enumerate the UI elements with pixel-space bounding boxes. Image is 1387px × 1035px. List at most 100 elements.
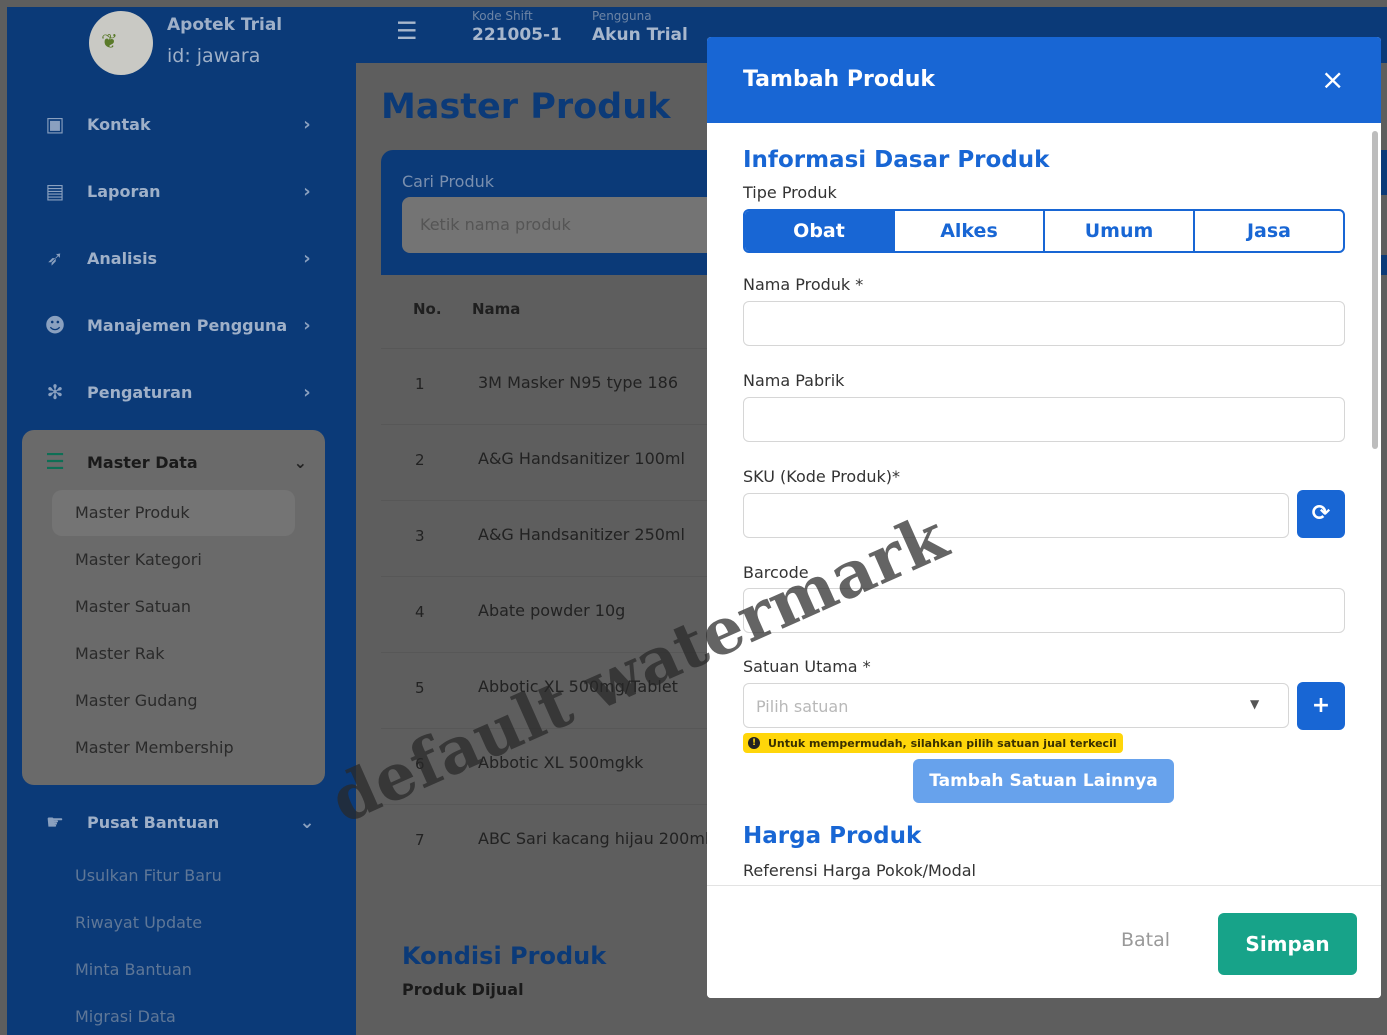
sidebar-item-manajemen-pengguna[interactable]: ☻ Manajemen Pengguna › [37,310,317,340]
sidebar-item-master-data[interactable]: ☰ Master Data ⌄ [37,450,307,475]
search-label: Cari Produk [402,172,495,191]
column-header-nama: Nama [472,300,521,318]
plus-icon: + [1311,693,1331,718]
table-row[interactable]: 2 A&G Handsanitizer 100ml [381,424,711,500]
sidebar-sub-minta-bantuan[interactable]: Minta Bantuan [75,960,192,979]
select-placeholder: Pilih satuan [756,697,849,716]
chevron-right-icon: › [303,113,311,135]
table-row[interactable]: 7 ABC Sari kacang hijau 200ml [381,804,711,880]
tipe-produk-selector: Obat Alkes Umum Jasa [743,209,1345,253]
search-input[interactable]: Ketik nama produk [402,197,722,253]
page-title: Master Produk [381,87,671,127]
add-other-unit-button[interactable]: Tambah Satuan Lainnya [913,759,1174,803]
modal-scrollbar[interactable] [1372,131,1378,449]
tipe-option-umum[interactable]: Umum [1045,211,1195,251]
satuan-hint-badge: ! Untuk mempermudah, silahkan pilih satu… [743,733,1123,753]
sidebar-item-label: Manajemen Pengguna [87,315,288,335]
hint-text: Untuk mempermudah, silahkan pilih satuan… [768,736,1117,750]
add-satuan-button[interactable]: + [1297,682,1345,730]
row-name: A&G Handsanitizer 250ml [478,525,685,544]
modal-footer: Batal Simpan [707,885,1381,998]
sidebar-sub-master-membership[interactable]: Master Membership [52,725,295,771]
sku-input[interactable] [743,493,1289,538]
gear-icon: ✻ [46,380,64,404]
table-row[interactable]: 3 A&G Handsanitizer 250ml [381,500,711,576]
sidebar-item-label: Analisis [87,248,158,268]
sidebar: ❦ Apotek Trial id: jawara ▣ Kontak › ▤ L… [7,7,356,1035]
brand-title: Apotek Trial [167,15,283,35]
tipe-option-obat[interactable]: Obat [745,211,895,251]
caret-down-icon: ▼ [1250,697,1260,711]
modal-body[interactable]: Informasi Dasar Produk Tipe Produk Obat … [707,123,1381,885]
sidebar-item-label: Pengaturan [87,382,193,402]
sidebar-item-pengaturan[interactable]: ✻ Pengaturan › [37,377,317,407]
sidebar-item-kontak[interactable]: ▣ Kontak › [37,109,317,139]
nama-pabrik-input[interactable] [743,397,1345,442]
refresh-sku-button[interactable]: ⟳ [1297,490,1345,538]
chevron-right-icon: › [303,180,311,202]
product-table: No. Nama 1 3M Masker N95 type 186 2 A&G Ha… [381,278,711,918]
nama-pabrik-label: Nama Pabrik [743,371,845,390]
nama-produk-label: Nama Produk * [743,275,864,294]
brand-logo: ❦ [89,11,153,75]
sidebar-item-label: Laporan [87,181,161,201]
background-card-edge [1380,150,1387,195]
row-number: 5 [415,679,425,697]
sidebar-sub-master-kategori[interactable]: Master Kategori [52,537,295,583]
add-product-modal: Tambah Produk × Informasi Dasar Produk T… [707,37,1381,998]
row-name: 3M Masker N95 type 186 [478,373,678,392]
row-number: 3 [415,527,425,545]
rocket-icon: ➶ [46,246,64,270]
report-table-icon: ▤ [45,179,65,203]
row-number: 4 [415,603,425,621]
tipe-option-alkes[interactable]: Alkes [895,211,1045,251]
handshake-icon: ☛ [46,810,64,834]
table-row[interactable]: 1 3M Masker N95 type 186 [381,348,711,424]
kondisi-title: Kondisi Produk [402,942,607,970]
cancel-button[interactable]: Batal [1121,929,1170,951]
tipe-option-jasa[interactable]: Jasa [1195,211,1343,251]
master-data-panel: ☰ Master Data ⌄ Master Produk Master Kat… [22,430,325,785]
section-title-price: Harga Produk [743,823,922,849]
sidebar-item-laporan[interactable]: ▤ Laporan › [37,176,317,206]
modal-title: Tambah Produk [743,67,935,92]
sidebar-sub-migrasi-data[interactable]: Migrasi Data [75,1007,176,1026]
sidebar-sub-riwayat-update[interactable]: Riwayat Update [75,913,202,932]
refresh-icon: ⟳ [1311,501,1331,526]
sidebar-sub-master-rak[interactable]: Master Rak [52,631,295,677]
background-card-edge [1380,255,1387,275]
close-icon[interactable]: × [1321,65,1344,95]
sidebar-item-analisis[interactable]: ➶ Analisis › [37,243,317,273]
price-reference-label: Referensi Harga Pokok/Modal [743,861,976,880]
leaf-logo-icon: ❦ [101,29,118,53]
chevron-down-icon: ⌄ [293,453,307,472]
sidebar-sub-master-satuan[interactable]: Master Satuan [52,584,295,630]
sidebar-item-pusat-bantuan[interactable]: ☛ Pusat Bantuan ⌄ [37,807,317,837]
section-title-basic: Informasi Dasar Produk [743,147,1050,173]
row-number: 2 [415,451,425,469]
contact-card-icon: ▣ [45,112,65,136]
sidebar-sub-master-produk[interactable]: Master Produk [52,490,295,536]
user-label: Pengguna [592,9,652,23]
save-button[interactable]: Simpan [1218,913,1357,975]
chevron-right-icon: › [303,314,311,336]
user-value: Akun Trial [592,25,688,45]
sidebar-sub-master-gudang[interactable]: Master Gudang [52,678,295,724]
row-name: A&G Handsanitizer 100ml [478,449,685,468]
user-gear-icon: ☻ [44,313,66,337]
sidebar-item-label: Master Data [87,453,198,472]
chevron-down-icon: ⌄ [299,811,315,833]
sidebar-item-label: Kontak [87,114,151,134]
satuan-utama-label: Satuan Utama * [743,657,871,676]
sidebar-sub-usulkan-fitur[interactable]: Usulkan Fitur Baru [75,866,222,885]
row-number: 7 [415,831,425,849]
column-header-no: No. [413,300,442,318]
row-name: ABC Sari kacang hijau 200ml [478,829,710,848]
shift-code-label: Kode Shift [472,9,533,23]
sku-label: SKU (Kode Produk)* [743,467,901,486]
shift-code-value: 221005-1 [472,25,562,45]
satuan-utama-select[interactable]: Pilih satuan ▼ [743,683,1289,728]
nama-produk-input[interactable] [743,301,1345,346]
brand-id: id: jawara [167,45,261,67]
menu-collapse-icon[interactable]: ☰ [396,17,418,45]
